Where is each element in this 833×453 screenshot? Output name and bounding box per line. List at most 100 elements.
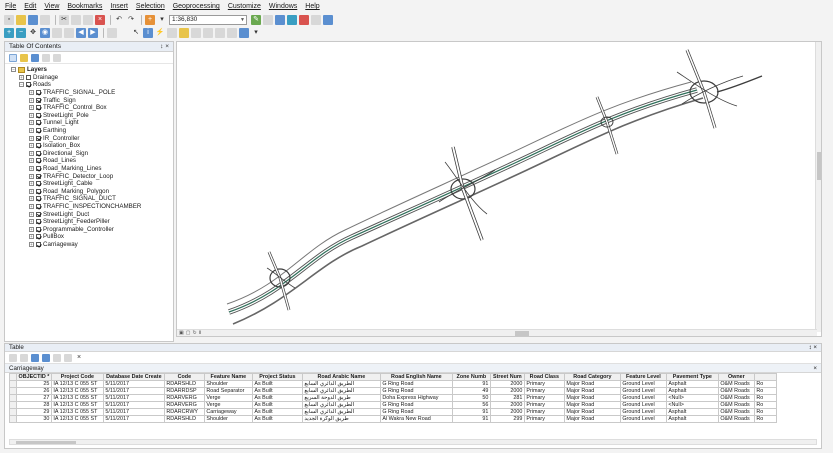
collapse-icon[interactable]: − <box>19 82 24 88</box>
zoom-to-selected-icon[interactable] <box>64 353 72 362</box>
table-cell[interactable]: Major Road <box>563 408 621 416</box>
layer-item[interactable]: + Road_Lines <box>5 157 173 165</box>
forward-extent-icon[interactable]: ▶ <box>88 27 98 38</box>
list-by-visibility-icon[interactable] <box>31 53 39 62</box>
expand-icon[interactable]: + <box>29 203 34 209</box>
table-cell[interactable]: Doha Express Highway <box>379 394 453 402</box>
time-slider-icon[interactable] <box>227 27 237 38</box>
list-by-source-icon[interactable] <box>20 53 28 62</box>
table-cell[interactable]: Asphalt <box>665 387 719 395</box>
visibility-checkbox[interactable] <box>36 203 41 209</box>
zoom-out-icon[interactable]: − <box>16 27 26 38</box>
table-cell[interactable]: الطريق الدائري السابع <box>301 380 381 388</box>
table-cell[interactable]: 91 <box>451 415 491 423</box>
table-cell[interactable]: 5/11/2017 <box>102 408 165 416</box>
select-by-attributes-icon[interactable] <box>31 353 39 362</box>
map-view[interactable]: ▣ ▢ ↻ Ⅱ <box>176 41 822 337</box>
scrollbar-thumb[interactable] <box>817 152 821 180</box>
table-cell[interactable]: RDARRDSP <box>163 387 205 395</box>
table-cell[interactable]: RDARVERG <box>163 394 205 402</box>
table-cell[interactable]: Ground Level <box>619 394 667 402</box>
cut-icon[interactable]: ✂ <box>59 14 69 25</box>
table-cell[interactable]: IA 12/13 C 055 ST <box>50 387 104 395</box>
table-cell[interactable]: Road Separator <box>203 387 253 395</box>
table-cell[interactable]: 56 <box>451 401 491 409</box>
full-extent-icon[interactable]: ◉ <box>40 27 50 38</box>
table-cell[interactable]: 5/11/2017 <box>102 415 165 423</box>
column-header[interactable]: Feature Level <box>619 373 667 381</box>
menu-geoprocessing[interactable]: Geoprocessing <box>173 3 220 10</box>
table-cell[interactable]: Ground Level <box>619 380 667 388</box>
fixed-zoom-out-icon[interactable] <box>64 27 74 38</box>
table-cell[interactable]: O&M Roads <box>717 401 755 409</box>
expand-icon[interactable]: + <box>29 143 34 149</box>
layout-view-icon[interactable]: ▢ <box>186 330 191 336</box>
layer-item[interactable]: + StreetLight_Pole <box>5 112 173 120</box>
layer-item[interactable]: + TRAFFIC_Detector_Loop <box>5 172 173 180</box>
expand-icon[interactable]: + <box>19 74 24 80</box>
column-header[interactable]: Database Date Create <box>102 373 165 381</box>
table-cell[interactable]: As Built <box>251 415 303 423</box>
column-header[interactable]: Road Category <box>563 373 621 381</box>
switch-selection-icon[interactable] <box>42 353 50 362</box>
table-options-icon[interactable] <box>9 353 17 362</box>
table-cell[interactable]: O&M Roads <box>717 380 755 388</box>
column-header[interactable]: Street Num <box>489 373 525 381</box>
table-cell[interactable]: 5/11/2017 <box>102 387 165 395</box>
editor-toolbar-icon[interactable]: ✎ <box>251 14 261 25</box>
table-row[interactable]: 25 IA 12/13 C 055 ST 5/11/2017 RDARSHLD Shou… <box>9 380 777 388</box>
expand-icon[interactable]: + <box>29 226 34 232</box>
visibility-checkbox[interactable] <box>36 241 41 247</box>
column-header[interactable]: Owner <box>717 373 755 381</box>
column-header[interactable]: Project Code <box>50 373 104 381</box>
layer-item[interactable]: + TRAFFIC_INSPECTIONCHAMBER <box>5 203 173 211</box>
table-cell[interactable]: Ground Level <box>619 408 667 416</box>
visibility-checkbox[interactable] <box>36 166 41 172</box>
list-by-selection-icon[interactable] <box>42 53 50 62</box>
expand-icon[interactable]: + <box>29 105 34 111</box>
table-cell[interactable]: Asphalt <box>665 415 719 423</box>
table-cell[interactable]: Al Wakra New Road <box>379 415 453 423</box>
menu-bookmarks[interactable]: Bookmarks <box>67 3 102 10</box>
menu-edit[interactable]: Edit <box>24 3 36 10</box>
visibility-checkbox[interactable] <box>36 150 41 156</box>
table-cell[interactable]: Carriageway <box>203 408 253 416</box>
close-icon[interactable]: × <box>813 365 817 372</box>
table-cell[interactable]: 50 <box>451 394 491 402</box>
layer-item[interactable]: + Programmable_Controller <box>5 225 173 233</box>
layer-item[interactable]: + Tunnel_Light <box>5 119 173 127</box>
visibility-checkbox[interactable] <box>36 105 41 111</box>
column-header[interactable]: Code <box>163 373 205 381</box>
table-cell[interactable]: Ro <box>753 394 777 402</box>
table-cell[interactable]: O&M Roads <box>717 408 755 416</box>
table-row[interactable]: 26 IA 12/13 C 055 ST 5/11/2017 RDARRDSP Road… <box>9 387 777 395</box>
table-cell[interactable]: طريق الدوحة السريع <box>301 394 381 402</box>
table-cell[interactable]: Major Road <box>563 394 621 402</box>
fixed-zoom-in-icon[interactable] <box>52 27 62 38</box>
layer-item[interactable]: + TRAFFIC_Control_Box <box>5 104 173 112</box>
visibility-checkbox[interactable] <box>36 97 41 103</box>
menu-help[interactable]: Help <box>305 3 319 10</box>
table-cell[interactable]: IA 12/13 C 055 ST <box>50 408 104 416</box>
table-cell[interactable]: O&M Roads <box>717 387 755 395</box>
find-icon[interactable] <box>191 27 201 38</box>
expand-icon[interactable]: + <box>29 150 34 156</box>
table-cell[interactable]: Ground Level <box>619 401 667 409</box>
table-cell[interactable]: 299 <box>489 415 525 423</box>
table-cell[interactable]: Asphalt <box>665 380 719 388</box>
table-cell[interactable]: الطريق الدائري السابع <box>301 408 381 416</box>
table-cell[interactable]: 29 <box>16 408 52 416</box>
table-row[interactable]: 27 IA 12/13 C 055 ST 5/11/2017 RDARVERG Verg… <box>9 394 777 402</box>
related-tables-icon[interactable] <box>20 353 28 362</box>
table-cell[interactable]: 5/11/2017 <box>102 394 165 402</box>
zoom-in-icon[interactable]: + <box>4 27 14 38</box>
layer-item[interactable]: + StreetLight_Cable <box>5 180 173 188</box>
visibility-checkbox[interactable] <box>36 112 41 118</box>
table-row[interactable]: 29 IA 12/13 C 055 ST 5/11/2017 RDARCRWY Carr… <box>9 408 777 416</box>
layer-item[interactable]: + PullBox <box>5 233 173 241</box>
table-cell[interactable]: RDARSHLD <box>163 415 205 423</box>
layer-item[interactable]: + Traffic_Sign <box>5 96 173 104</box>
layer-group-drainage[interactable]: + Drainage <box>5 74 173 82</box>
select-elements-icon[interactable]: ↖ <box>131 28 141 38</box>
visibility-checkbox[interactable] <box>36 120 41 126</box>
